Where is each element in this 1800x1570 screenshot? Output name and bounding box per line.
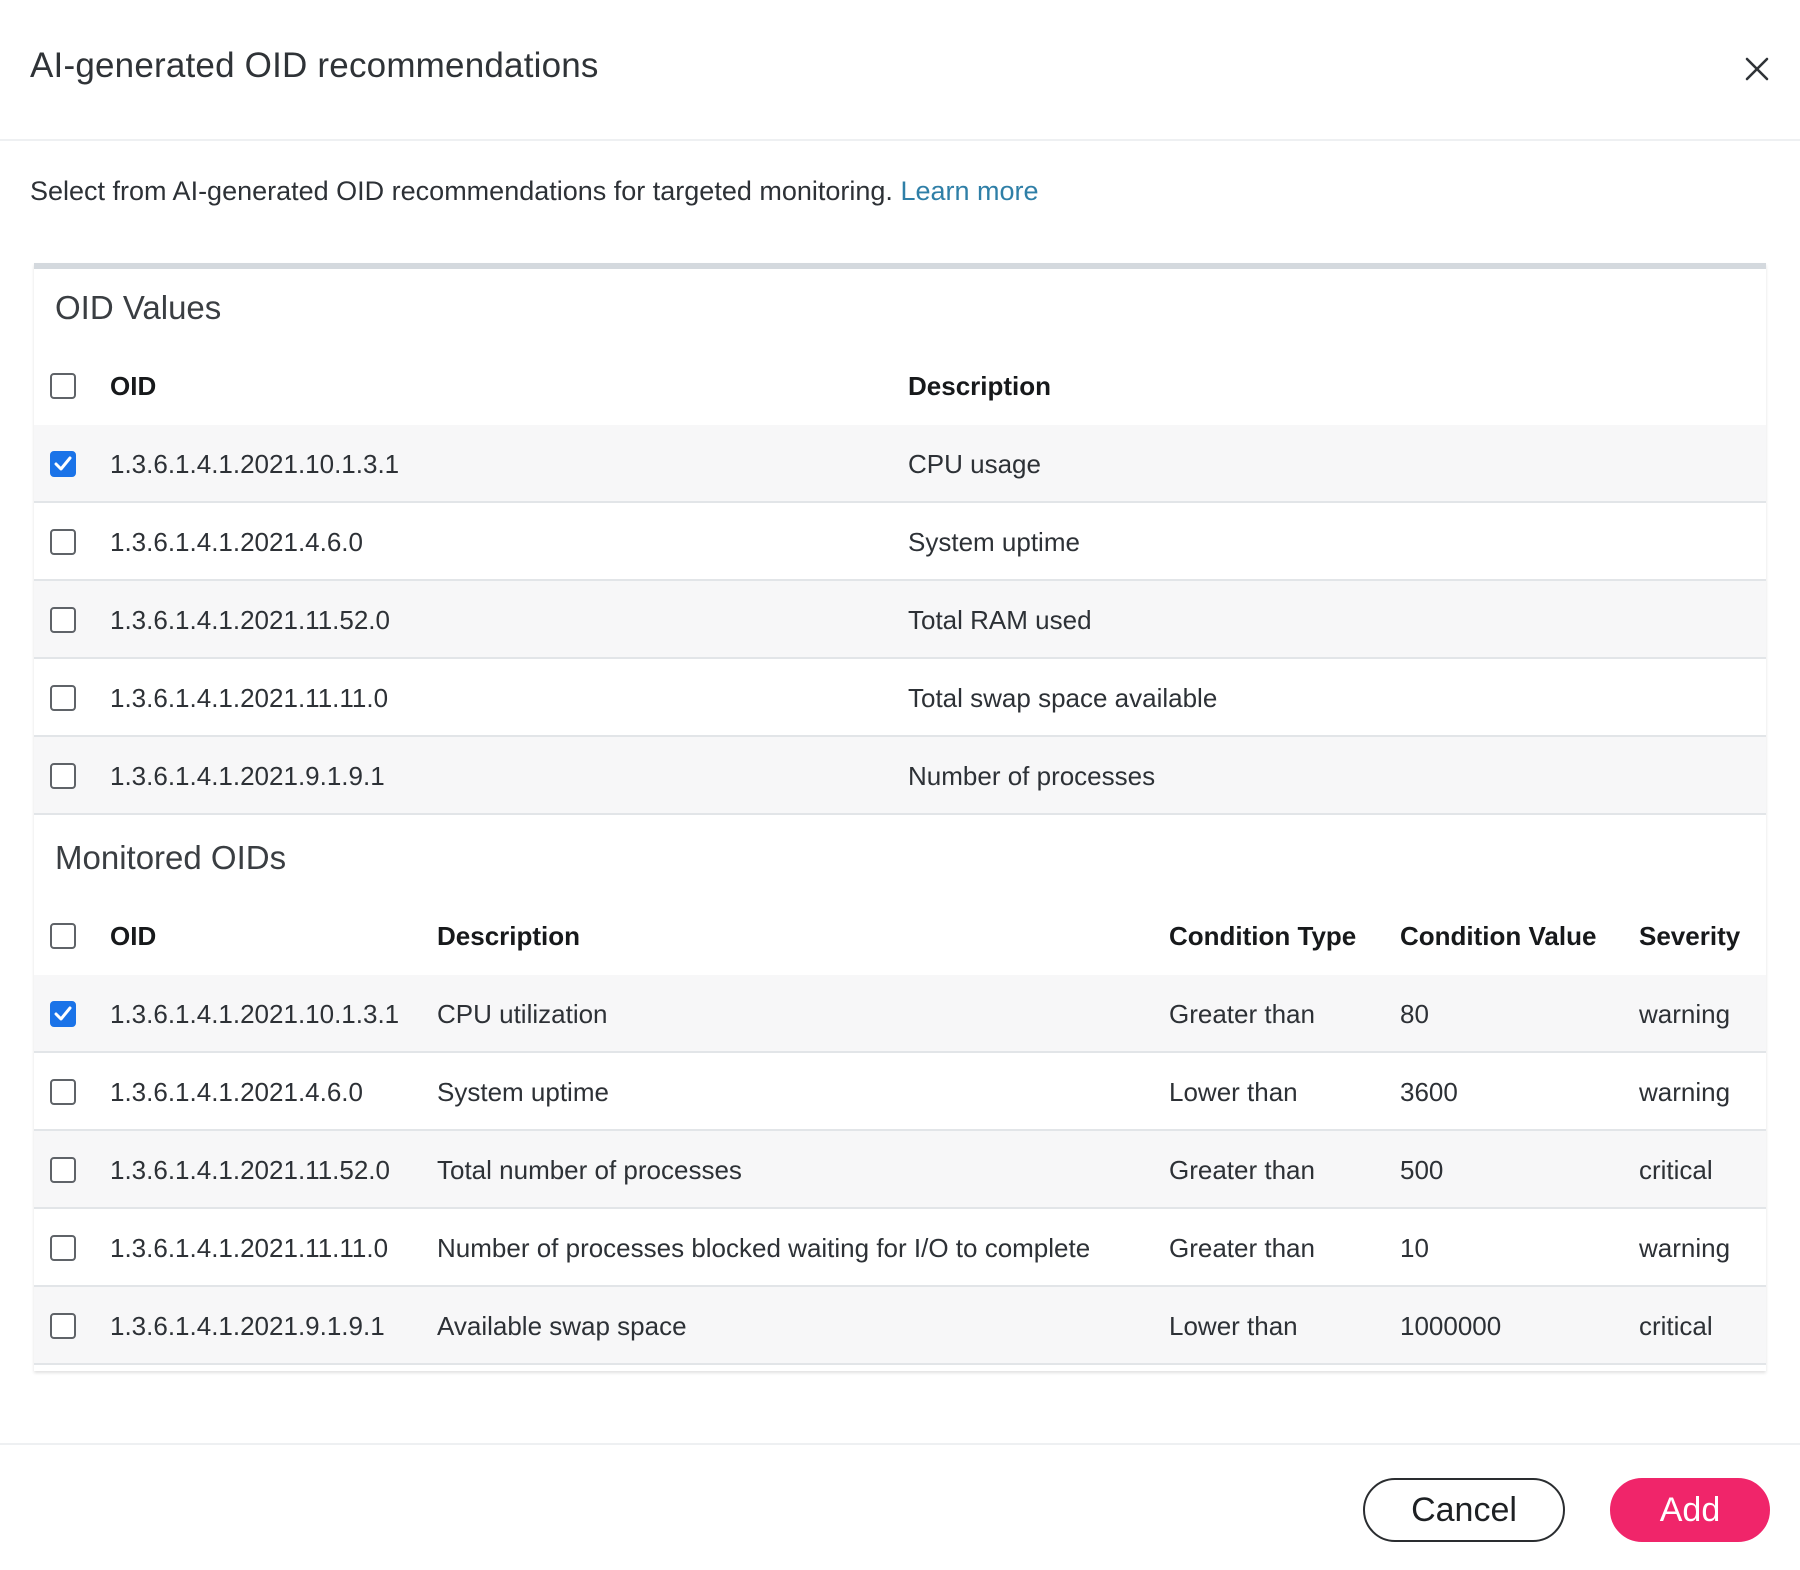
table-row[interactable]: 1.3.6.1.4.1.2021.9.1.9.1 Number of proces…: [34, 737, 1766, 815]
table-row[interactable]: 1.3.6.1.4.1.2021.4.6.0 System uptime Lower…: [34, 1053, 1766, 1131]
oid-column-header: OID: [110, 371, 157, 401]
checkmark-icon: [54, 456, 72, 471]
cancel-button[interactable]: Cancel: [1363, 1478, 1565, 1542]
row-checkbox[interactable]: [50, 529, 76, 555]
condition-type-column-header: Condition Type: [1169, 921, 1357, 951]
severity-cell: warning: [1639, 999, 1731, 1029]
intro-text: Select from AI-generated OID recommendat…: [30, 176, 1039, 207]
intro-description: Select from AI-generated OID recommendat…: [30, 176, 893, 206]
condition-value-cell: 80: [1400, 999, 1429, 1029]
dialog-title: AI-generated OID recommendations: [30, 46, 599, 85]
table-row[interactable]: 1.3.6.1.4.1.2021.9.1.9.1 Available swap s…: [34, 1287, 1766, 1365]
description-cell: Number of processes blocked waiting for …: [437, 1233, 1091, 1263]
severity-cell: warning: [1639, 1077, 1731, 1107]
oid-cell: 1.3.6.1.4.1.2021.4.6.0: [110, 1077, 363, 1107]
table-row[interactable]: 1.3.6.1.4.1.2021.11.52.0 Total number of …: [34, 1131, 1766, 1209]
table-row[interactable]: 1.3.6.1.4.1.2021.10.1.3.1 CPU usage: [34, 425, 1766, 503]
monitored-oids-header-row: OID Description Condition Type Condition…: [34, 897, 1766, 975]
learn-more-link[interactable]: Learn more: [900, 176, 1038, 206]
condition-type-cell: Greater than: [1169, 1233, 1315, 1263]
table-row[interactable]: 1.3.6.1.4.1.2021.11.11.0 Number of proces…: [34, 1209, 1766, 1287]
oid-cell: 1.3.6.1.4.1.2021.9.1.9.1: [110, 761, 385, 791]
dialog-header: AI-generated OID recommendations: [0, 0, 1800, 141]
condition-type-cell: Greater than: [1169, 1155, 1315, 1185]
description-cell: Total RAM used: [908, 605, 1092, 635]
oid-recommendations-dialog: AI-generated OID recommendations Select …: [0, 0, 1800, 1570]
severity-cell: critical: [1639, 1311, 1713, 1341]
condition-type-cell: Lower than: [1169, 1311, 1298, 1341]
row-checkbox[interactable]: [50, 1235, 76, 1261]
monitored-oids-title: Monitored OIDs: [55, 839, 287, 876]
description-cell: Total swap space available: [908, 683, 1218, 713]
description-cell: System uptime: [437, 1077, 609, 1107]
row-checkbox[interactable]: [50, 763, 76, 789]
close-icon: [1745, 57, 1769, 81]
severity-cell: warning: [1639, 1233, 1731, 1263]
row-checkbox[interactable]: [50, 1313, 76, 1339]
severity-column-header: Severity: [1639, 921, 1741, 951]
row-checkbox[interactable]: [50, 1001, 76, 1027]
condition-value-cell: 1000000: [1400, 1311, 1502, 1341]
condition-type-cell: Greater than: [1169, 999, 1315, 1029]
row-checkbox[interactable]: [50, 451, 76, 477]
oid-cell: 1.3.6.1.4.1.2021.9.1.9.1: [110, 1311, 385, 1341]
oid-cell: 1.3.6.1.4.1.2021.10.1.3.1: [110, 449, 400, 479]
oid-tables-card: OID Values OID Description 1.3.6.1.4.1.2…: [34, 263, 1766, 1371]
checkmark-icon: [54, 1006, 72, 1021]
severity-cell: critical: [1639, 1155, 1713, 1185]
condition-value-column-header: Condition Value: [1400, 921, 1597, 951]
oid-column-header: OID: [110, 921, 157, 951]
description-cell: Total number of processes: [437, 1155, 742, 1185]
description-cell: Available swap space: [437, 1311, 687, 1341]
row-checkbox[interactable]: [50, 685, 76, 711]
table-row[interactable]: 1.3.6.1.4.1.2021.11.52.0 Total RAM used: [34, 581, 1766, 659]
oid-cell: 1.3.6.1.4.1.2021.11.11.0: [110, 1233, 389, 1263]
description-column-header: Description: [437, 921, 581, 951]
monitored-oids-select-all-checkbox[interactable]: [50, 923, 76, 949]
description-cell: System uptime: [908, 527, 1080, 557]
description-cell: Number of processes: [908, 761, 1156, 791]
condition-type-cell: Lower than: [1169, 1077, 1298, 1107]
description-column-header: Description: [908, 371, 1052, 401]
condition-value-cell: 10: [1400, 1233, 1429, 1263]
close-button[interactable]: [1740, 52, 1774, 86]
oid-values-select-all-checkbox[interactable]: [50, 373, 76, 399]
condition-value-cell: 500: [1400, 1155, 1444, 1185]
table-row[interactable]: 1.3.6.1.4.1.2021.4.6.0 System uptime: [34, 503, 1766, 581]
oid-values-title: OID Values: [55, 289, 222, 326]
row-checkbox[interactable]: [50, 607, 76, 633]
oid-cell: 1.3.6.1.4.1.2021.11.52.0: [110, 1155, 390, 1185]
row-checkbox[interactable]: [50, 1079, 76, 1105]
condition-value-cell: 3600: [1400, 1077, 1458, 1107]
oid-cell: 1.3.6.1.4.1.2021.11.11.0: [110, 683, 389, 713]
oid-cell: 1.3.6.1.4.1.2021.10.1.3.1: [110, 999, 400, 1029]
add-button[interactable]: Add: [1610, 1478, 1770, 1542]
description-cell: CPU utilization: [437, 999, 608, 1029]
oid-values-header-row: OID Description: [34, 347, 1766, 425]
description-cell: CPU usage: [908, 449, 1041, 479]
dialog-footer: Cancel Add: [0, 1443, 1800, 1570]
oid-cell: 1.3.6.1.4.1.2021.11.52.0: [110, 605, 390, 635]
oid-cell: 1.3.6.1.4.1.2021.4.6.0: [110, 527, 363, 557]
table-row[interactable]: 1.3.6.1.4.1.2021.10.1.3.1 CPU utilization…: [34, 975, 1766, 1053]
row-checkbox[interactable]: [50, 1157, 76, 1183]
table-row[interactable]: 1.3.6.1.4.1.2021.11.11.0 Total swap space…: [34, 659, 1766, 737]
